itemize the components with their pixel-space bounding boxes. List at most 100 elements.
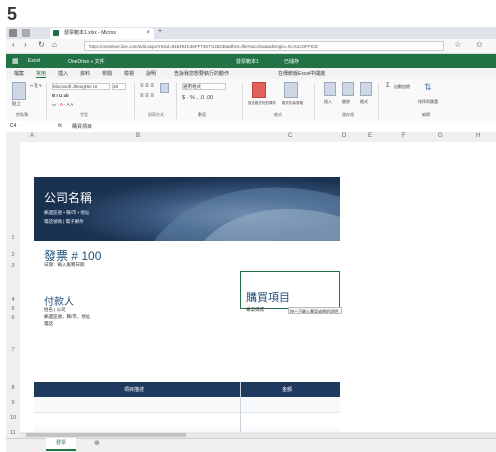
home-button[interactable]: ⌂: [52, 40, 57, 49]
delete-label: 刪除: [342, 99, 350, 104]
row-header-10[interactable]: 10: [8, 415, 18, 421]
autosum-label[interactable]: 自動加總: [394, 84, 410, 90]
tab-insert[interactable]: 插入: [58, 70, 68, 77]
browser-tab[interactable]: 發票範本1.xlsx - Micros ×: [50, 28, 154, 39]
font-name-select[interactable]: Microsoft JhengHei UI: [52, 83, 110, 90]
company-name[interactable]: 公司名稱: [44, 189, 92, 206]
paste-label: 貼上: [12, 101, 21, 106]
table-format-label: 格式化為表格: [282, 101, 303, 105]
payer-name[interactable]: 姓名 | 公司: [44, 307, 66, 313]
app-launcher-icon[interactable]: ▦: [12, 57, 19, 65]
table-row[interactable]: [34, 397, 340, 413]
group-number: 數值: [198, 112, 206, 117]
paste-icon[interactable]: [12, 82, 26, 100]
save-status: 已儲存: [284, 59, 300, 65]
align-h-buttons[interactable]: ≡ ≡ ≡: [140, 93, 154, 99]
column-header-a[interactable]: A: [30, 133, 34, 139]
column-header-c[interactable]: C: [288, 133, 292, 139]
font-style-buttons[interactable]: B I U ab: [52, 93, 69, 98]
number-format-buttons[interactable]: $ · % , .0 .00: [182, 95, 213, 101]
tell-me-search[interactable]: 告訴我您想要執行的動作: [174, 70, 229, 77]
font-color-buttons[interactable]: ▭ · A · A A: [52, 102, 73, 108]
row-header-2[interactable]: 2: [8, 252, 18, 258]
conditional-format-icon[interactable]: [252, 82, 266, 98]
row-header-4[interactable]: 4: [8, 297, 18, 303]
add-sheet-icon[interactable]: ⊕: [94, 439, 100, 447]
row-header-5[interactable]: 5: [8, 306, 18, 312]
formula-input[interactable]: 購買項目: [72, 123, 92, 130]
insert-cells-icon[interactable]: [324, 82, 336, 96]
align-top-buttons[interactable]: ≡ ≡ ≡: [140, 83, 154, 89]
tab-help[interactable]: 說明: [146, 70, 156, 77]
autosum-icon[interactable]: Σ: [386, 83, 390, 89]
tab-list-icon[interactable]: [22, 29, 30, 37]
tab-home[interactable]: 常用: [36, 70, 47, 78]
row-header-8[interactable]: 8: [8, 385, 18, 391]
row-header-9[interactable]: 9: [8, 400, 18, 406]
number-format-select[interactable]: 通用格式: [182, 83, 226, 90]
company-address[interactable]: 郵遞區號 • 縣/市 • 地址: [44, 210, 89, 216]
tab-view[interactable]: 檢視: [124, 70, 134, 77]
sheet-tab-bar: [6, 438, 496, 452]
tab-data[interactable]: 資料: [80, 70, 90, 77]
sort-filter-icon[interactable]: ⇅: [424, 82, 432, 93]
row-header-3[interactable]: 3: [8, 263, 18, 269]
refresh-button[interactable]: ↻: [38, 40, 45, 49]
scrollbar-thumb[interactable]: [26, 433, 186, 437]
input-tooltip: 按一下輸入專案或標的說明: [288, 307, 342, 314]
invoice-date[interactable]: 日期：輸入服務日期: [44, 262, 85, 268]
row-header-11[interactable]: 11: [8, 430, 18, 436]
payer-heading[interactable]: 付款人: [44, 293, 74, 308]
excel-favicon-icon: [53, 30, 59, 36]
group-clipboard: 剪貼簿: [16, 112, 28, 117]
divider: [242, 83, 243, 119]
format-label: 格式: [360, 99, 368, 104]
column-description[interactable]: 項目描述: [124, 386, 144, 393]
column-amount[interactable]: 金額: [282, 386, 292, 393]
row-headers: [6, 142, 21, 442]
fx-icon: fx: [58, 123, 62, 129]
forward-button[interactable]: ›: [24, 40, 27, 49]
row-header-7[interactable]: 7: [8, 347, 18, 353]
row-header-1[interactable]: 1: [8, 235, 18, 241]
clipboard-tools[interactable]: ✂ ⎘ ✎: [30, 83, 42, 88]
group-cells: 儲存格: [342, 112, 354, 117]
url-input[interactable]: https://onedrive.live.com/edit.aspx?resi…: [84, 41, 444, 51]
row-header-6[interactable]: 6: [8, 315, 18, 321]
breadcrumb[interactable]: OneDrive » 文件: [68, 58, 105, 65]
format-cells-icon[interactable]: [360, 82, 372, 96]
divider: [176, 83, 177, 119]
tab-title: 發票範本1.xlsx - Micros: [64, 30, 116, 36]
column-header-b[interactable]: B: [136, 133, 140, 139]
delete-cells-icon[interactable]: [342, 82, 354, 96]
column-header-e[interactable]: E: [368, 133, 372, 139]
group-font: 字型: [80, 112, 88, 117]
payer-phone[interactable]: 電話: [44, 321, 53, 327]
column-header-g[interactable]: G: [438, 133, 443, 139]
favorite-star-icon[interactable]: ☆: [454, 40, 461, 49]
app-name[interactable]: Excel: [28, 58, 40, 64]
new-tab-button[interactable]: +: [158, 28, 162, 35]
sheet-tab-invoice[interactable]: 發票: [46, 438, 76, 451]
open-in-desktop-button[interactable]: 在傳統版Excel中開啟: [278, 70, 325, 77]
buyer-heading[interactable]: 購買項目: [246, 289, 290, 305]
file-name[interactable]: 發票範本1: [236, 58, 259, 65]
back-button[interactable]: ‹: [12, 40, 15, 49]
payer-address[interactable]: 郵遞區號，縣/市，地址: [44, 314, 90, 320]
tab-review[interactable]: 校閱: [102, 70, 112, 77]
window-menu-icon[interactable]: [9, 29, 17, 37]
column-header-d[interactable]: D: [342, 133, 346, 139]
column-header-f[interactable]: F: [402, 133, 406, 139]
font-size-select[interactable]: 28: [112, 83, 126, 90]
wrap-text-icon[interactable]: [160, 83, 169, 93]
project-label[interactable]: 專案或標: [246, 307, 264, 313]
format-table-icon[interactable]: [284, 82, 298, 98]
tab-file[interactable]: 檔案: [14, 70, 24, 77]
table-row[interactable]: [34, 412, 340, 428]
tab-close-icon[interactable]: ×: [146, 28, 150, 39]
step-number: 5: [7, 4, 18, 24]
company-contact[interactable]: 電話號碼 | 電子郵件: [44, 219, 84, 225]
name-box[interactable]: C4: [10, 123, 16, 129]
favorites-bar-icon[interactable]: ✩: [476, 40, 483, 49]
column-header-h[interactable]: H: [476, 133, 480, 139]
